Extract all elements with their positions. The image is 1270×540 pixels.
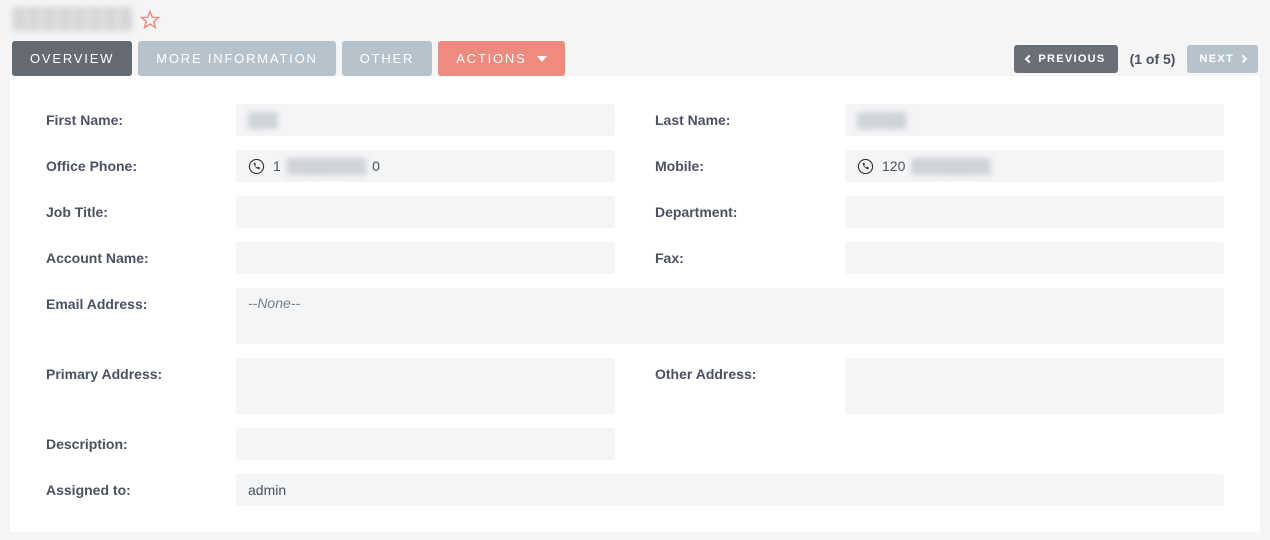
value-office-phone[interactable]: 1 ████████ 0 [236,150,615,182]
value-first-name[interactable]: ███ [236,104,615,136]
field-job-title: Job Title: [46,196,615,228]
value-last-name[interactable]: █████ [845,104,1224,136]
field-account-name: Account Name: [46,242,615,274]
next-button[interactable]: NEXT [1187,45,1258,73]
value-department[interactable] [845,196,1224,228]
record-title: ████████ [12,8,133,31]
chevron-right-icon [1239,54,1247,62]
label-account-name: Account Name: [46,242,236,266]
mobile-start: 120 [882,158,905,174]
value-other-address[interactable] [845,358,1224,414]
office-phone-end: 0 [372,158,380,174]
label-fax: Fax: [655,242,845,266]
value-job-title[interactable] [236,196,615,228]
email-none-text: --None-- [248,295,300,311]
previous-label: PREVIOUS [1038,53,1105,65]
label-other-address: Other Address: [655,358,845,382]
field-description: Description: [46,428,615,460]
field-mobile: Mobile: 120 ████████ [655,150,1224,182]
field-primary-address: Primary Address: [46,358,615,414]
field-first-name: First Name: ███ [46,104,615,136]
value-account-name[interactable] [236,242,615,274]
field-assigned-to: Assigned to: admin [46,474,1224,506]
value-email[interactable]: --None-- [236,288,1224,344]
label-description: Description: [46,428,236,452]
office-phone-text: 1 ████████ 0 [273,158,380,174]
favorite-star-icon[interactable] [139,9,161,31]
value-fax[interactable] [845,242,1224,274]
tab-overview[interactable]: OVERVIEW [12,41,132,76]
pager-position: (1 of 5) [1130,51,1176,67]
label-primary-address: Primary Address: [46,358,236,382]
assigned-to-text: admin [248,482,286,498]
label-mobile: Mobile: [655,150,845,174]
field-department: Department: [655,196,1224,228]
field-last-name: Last Name: █████ [655,104,1224,136]
field-other-address: Other Address: [655,358,1224,414]
label-assigned-to: Assigned to: [46,474,236,498]
value-mobile[interactable]: 120 ████████ [845,150,1224,182]
office-phone-start: 1 [273,158,281,174]
label-last-name: Last Name: [655,104,845,128]
label-first-name: First Name: [46,104,236,128]
field-email: Email Address: --None-- [46,288,1224,344]
record-pager: PREVIOUS (1 of 5) NEXT [1014,45,1258,73]
field-fax: Fax: [655,242,1224,274]
value-description[interactable] [236,428,615,460]
first-name-text: ███ [248,112,278,128]
tab-actions-label: ACTIONS [456,51,526,66]
caret-down-icon [537,56,547,62]
tab-actions[interactable]: ACTIONS [438,41,564,76]
phone-icon [857,158,874,175]
label-department: Department: [655,196,845,220]
label-office-phone: Office Phone: [46,150,236,174]
mobile-mid: ████████ [907,158,994,174]
previous-button[interactable]: PREVIOUS [1014,45,1117,73]
overview-panel: First Name: ███ Last Name: █████ Office … [10,76,1260,532]
last-name-text: █████ [857,112,907,128]
label-job-title: Job Title: [46,196,236,220]
field-office-phone: Office Phone: 1 ████████ 0 [46,150,615,182]
phone-icon [248,158,265,175]
mobile-text: 120 ████████ [882,158,995,174]
tab-more-information[interactable]: MORE INFORMATION [138,41,335,76]
tab-other[interactable]: OTHER [342,41,433,76]
value-assigned-to[interactable]: admin [236,474,1224,506]
chevron-left-icon [1025,54,1033,62]
label-email: Email Address: [46,288,236,312]
detail-tabs: OVERVIEW MORE INFORMATION OTHER ACTIONS [12,41,565,76]
office-phone-mid: ████████ [283,158,370,174]
next-label: NEXT [1199,53,1234,65]
value-primary-address[interactable] [236,358,615,414]
